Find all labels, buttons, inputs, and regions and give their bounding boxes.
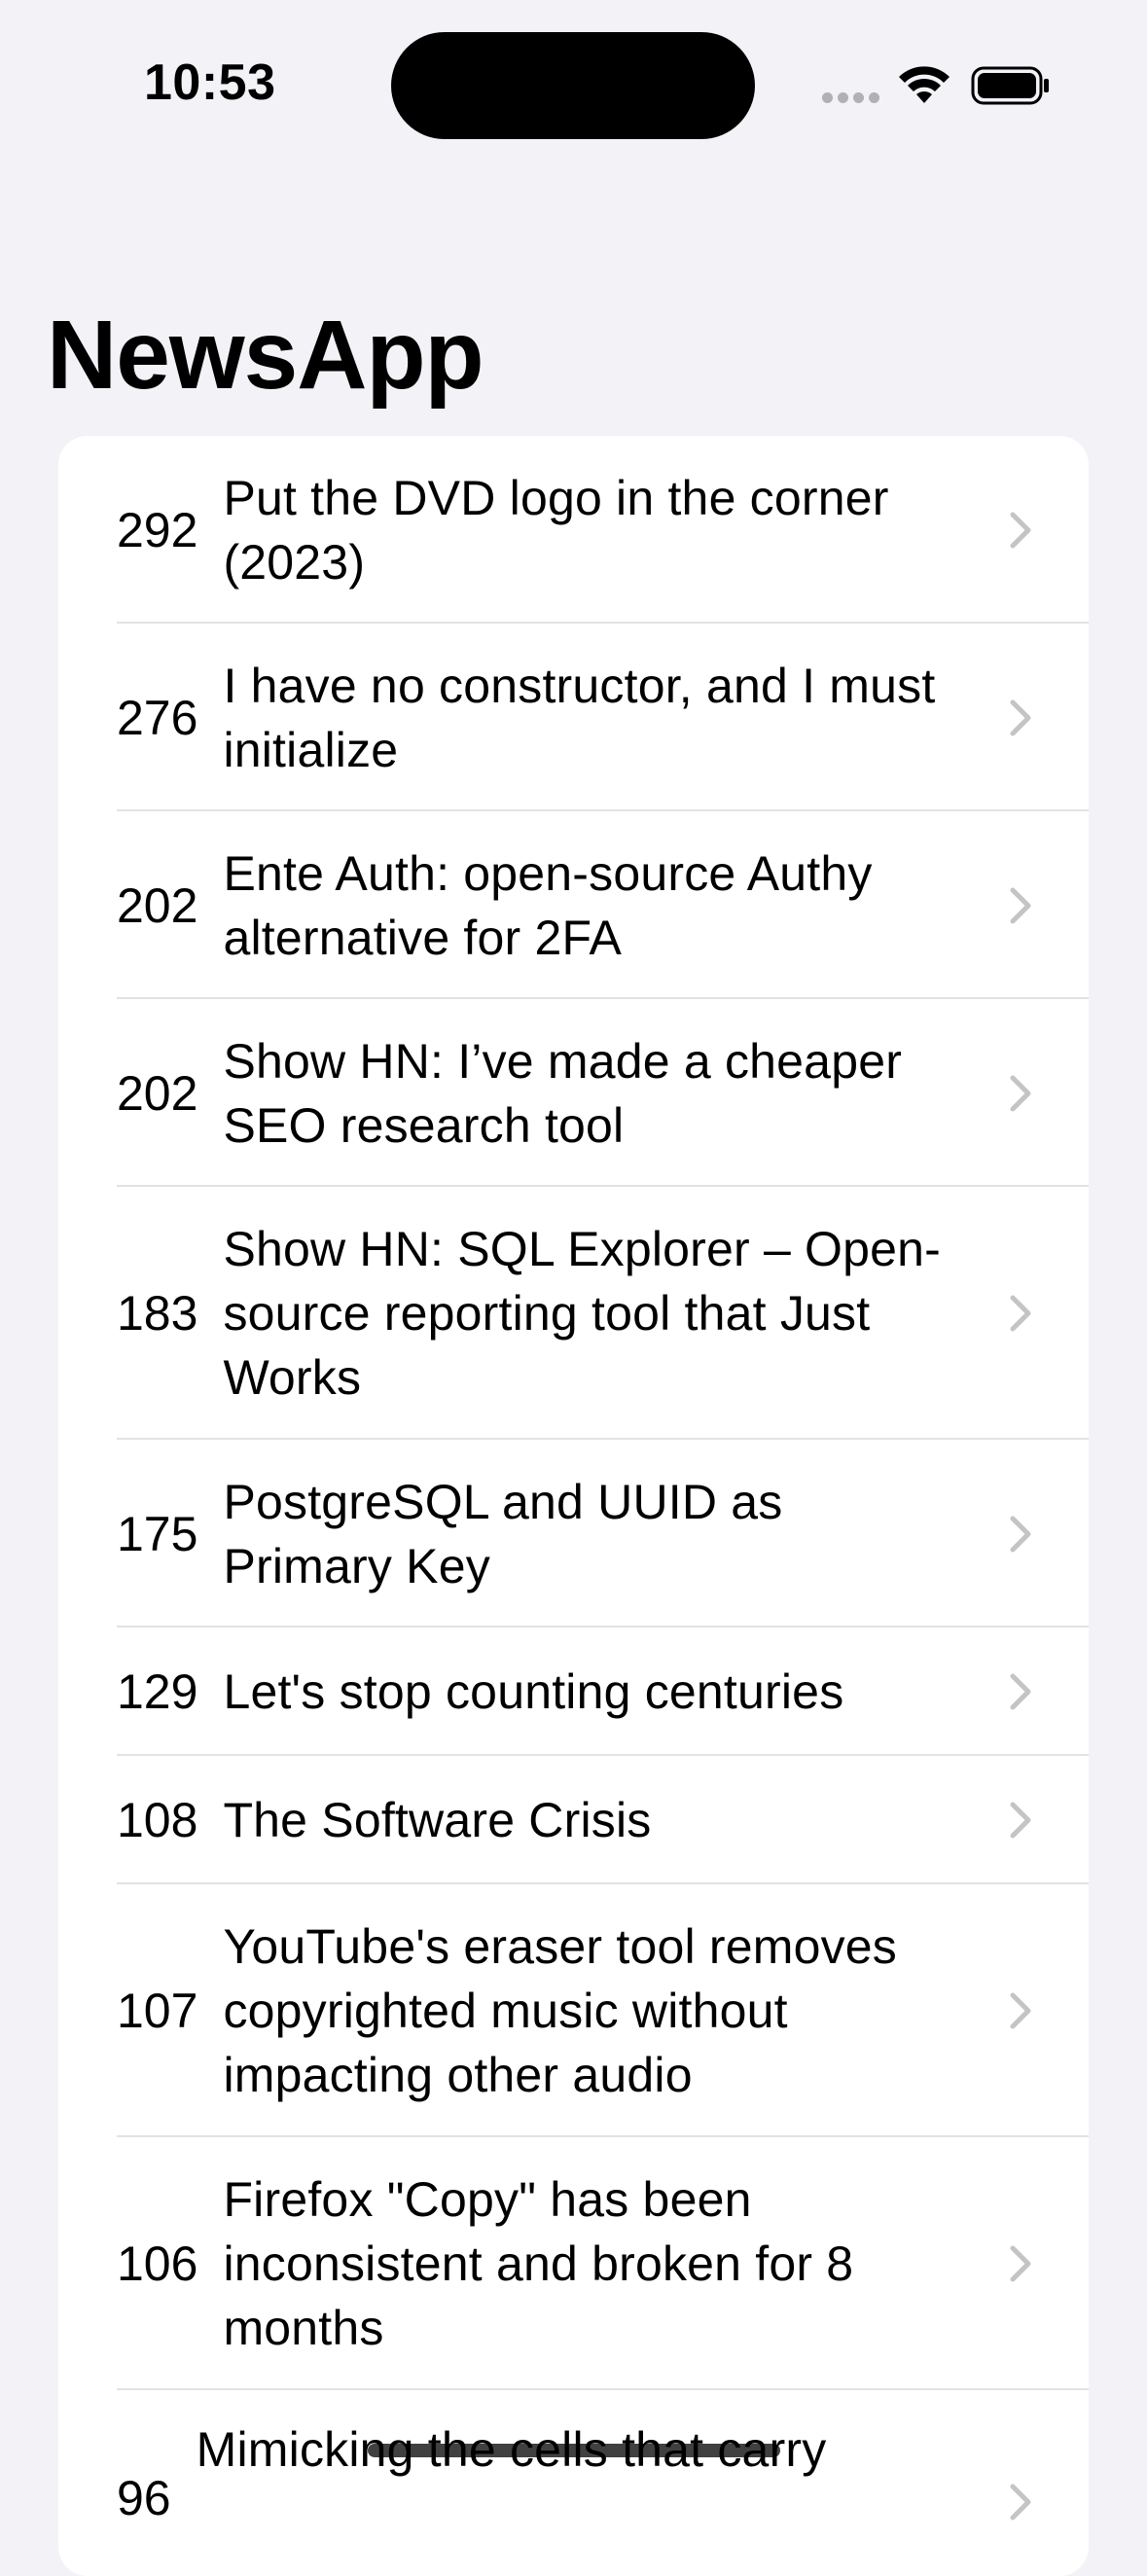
status-bar: 10:53 [0, 0, 1147, 146]
story-row[interactable]: 129 Let's stop counting centuries [58, 1628, 1089, 1756]
story-row[interactable]: 106 Firefox "Copy" has been inconsistent… [58, 2137, 1089, 2390]
story-title: PostgreSQL and UUID as Primary Key [223, 1474, 783, 1593]
wifi-icon [899, 66, 950, 103]
story-title: Show HN: SQL Explorer – Open-source repo… [223, 1222, 942, 1405]
story-title: Firefox "Copy" has been inconsistent and… [223, 2172, 854, 2355]
story-points: 129 [117, 1664, 198, 1719]
story-points: 175 [117, 1506, 198, 1561]
story-points: 202 [117, 877, 198, 933]
story-title: The Software Crisis [223, 1793, 652, 1847]
battery-icon [971, 66, 1049, 105]
chevron-right-icon [1010, 2245, 1031, 2282]
story-points: 108 [117, 1793, 198, 1847]
home-indicator[interactable] [368, 2444, 780, 2457]
story-list: 292 Put the DVD logo in the corner (2023… [58, 436, 1089, 2576]
story-points: 106 [117, 2236, 198, 2291]
chevron-right-icon [1010, 887, 1031, 923]
chevron-right-icon [1010, 1075, 1031, 1111]
story-row[interactable]: 183 Show HN: SQL Explorer – Open-source … [58, 1187, 1089, 1440]
chevron-right-icon [1010, 2484, 1031, 2521]
story-title: Show HN: I’ve made a cheaper SEO researc… [223, 1033, 903, 1153]
story-title: Ente Auth: open-source Authy alternative… [223, 845, 873, 965]
story-title: Put the DVD logo in the corner (2023) [223, 470, 889, 590]
story-row[interactable]: 107 YouTube's eraser tool removes copyri… [58, 1884, 1089, 2137]
story-row[interactable]: 108 The Software Crisis [58, 1756, 1089, 1884]
status-time: 10:53 [144, 54, 276, 111]
story-row[interactable]: 96 Mimicking the cells that carry [58, 2390, 1089, 2576]
chevron-right-icon [1010, 699, 1031, 735]
story-row[interactable]: 276 I have no constructor, and I must in… [58, 624, 1089, 811]
chevron-right-icon [1010, 512, 1031, 548]
chevron-right-icon [1010, 1992, 1031, 2029]
story-title: Let's stop counting centuries [223, 1664, 844, 1719]
story-points: 292 [117, 502, 198, 557]
story-title: YouTube's eraser tool removes copyrighte… [223, 1919, 898, 2102]
dynamic-island [391, 32, 755, 139]
story-row[interactable]: 292 Put the DVD logo in the corner (2023… [58, 436, 1089, 624]
story-points: 183 [117, 1286, 198, 1341]
story-points: 96 [117, 2471, 171, 2525]
story-title: I have no constructor, and I must initia… [223, 658, 936, 777]
story-points: 276 [117, 690, 198, 745]
chevron-right-icon [1010, 1802, 1031, 1839]
story-row[interactable]: 202 Ente Auth: open-source Authy alterna… [58, 811, 1089, 999]
chevron-right-icon [1010, 1295, 1031, 1332]
story-row[interactable]: 202 Show HN: I’ve made a cheaper SEO res… [58, 999, 1089, 1187]
chevron-right-icon [1010, 1516, 1031, 1552]
chevron-right-icon [1010, 1673, 1031, 1710]
story-points: 202 [117, 1065, 198, 1121]
page-title: NewsApp [47, 301, 484, 410]
story-row[interactable]: 175 PostgreSQL and UUID as Primary Key [58, 1440, 1089, 1628]
cellular-signal-icon [822, 92, 880, 104]
story-points: 107 [117, 1984, 198, 2038]
